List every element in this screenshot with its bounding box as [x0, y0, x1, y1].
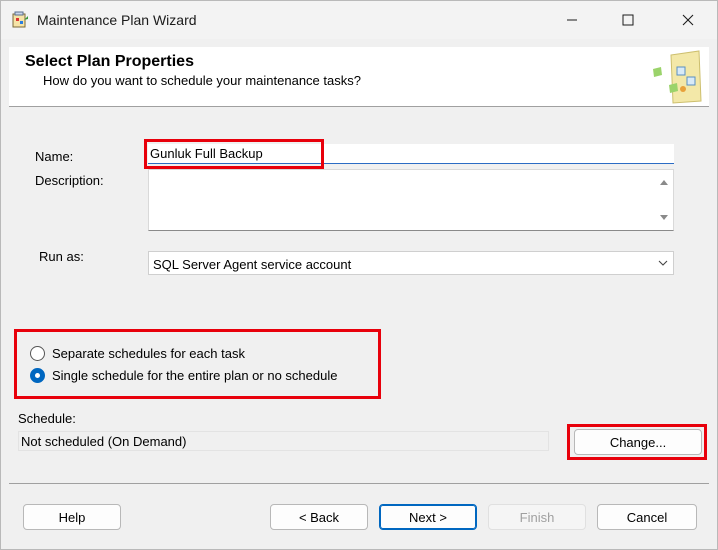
back-label: < Back	[298, 509, 340, 525]
scroll-up-icon	[660, 180, 668, 185]
run-as-label: Run as:	[39, 249, 84, 264]
radio-label: Separate schedules for each task	[52, 346, 245, 361]
finish-button[interactable]: Finish	[488, 504, 586, 530]
cancel-label: Cancel	[626, 509, 668, 525]
description-scrollbar[interactable]	[655, 170, 673, 230]
change-schedule-label: Change...	[609, 434, 667, 450]
name-highlight-box	[144, 139, 324, 169]
description-label: Description:	[35, 173, 104, 188]
back-button[interactable]: < Back	[270, 504, 368, 530]
page-subtitle: How do you want to schedule your mainten…	[43, 73, 361, 88]
maximize-button[interactable]	[605, 1, 651, 39]
finish-label: Finish	[519, 509, 555, 525]
next-label: Next >	[409, 509, 447, 525]
schedule-field: Not scheduled (On Demand)	[18, 431, 549, 451]
page-title: Select Plan Properties	[25, 53, 194, 70]
minimize-button[interactable]	[549, 1, 595, 39]
scroll-down-icon	[660, 215, 668, 220]
radio-button[interactable]	[30, 346, 45, 361]
schedule-label: Schedule:	[18, 411, 76, 426]
minimize-icon	[567, 19, 577, 21]
help-button[interactable]: Help	[23, 504, 121, 530]
help-label: Help	[58, 509, 86, 525]
maximize-icon	[622, 14, 634, 26]
name-label: Name:	[35, 149, 74, 164]
chevron-down-icon	[658, 260, 668, 266]
wizard-window: Maintenance Plan Wizard Select Plan Prop…	[0, 0, 718, 550]
radio-label: Single schedule for the entire plan or n…	[52, 368, 338, 383]
run-as-value: SQL Server Agent service account	[153, 257, 352, 272]
cancel-button[interactable]: Cancel	[597, 504, 697, 530]
close-icon	[682, 14, 694, 26]
radio-button-selected[interactable]	[30, 368, 45, 383]
wizard-header: Select Plan Properties How do you want t…	[9, 47, 709, 107]
wizard-banner-icon	[653, 50, 702, 104]
footer-divider	[9, 483, 709, 484]
schedule-options-highlight-box	[14, 329, 381, 399]
radio-single-schedule[interactable]: Single schedule for the entire plan or n…	[30, 368, 337, 383]
next-button[interactable]: Next >	[379, 504, 477, 530]
radio-separate-schedules[interactable]: Separate schedules for each task	[30, 346, 245, 361]
close-button[interactable]	[665, 1, 711, 39]
wizard-app-icon	[11, 11, 29, 29]
description-textarea[interactable]	[148, 169, 674, 231]
schedule-value: Not scheduled (On Demand)	[21, 434, 187, 449]
window-title: Maintenance Plan Wizard	[37, 12, 197, 28]
change-schedule-button[interactable]: Change...	[574, 429, 702, 455]
run-as-dropdown[interactable]: SQL Server Agent service account	[148, 251, 674, 275]
title-bar[interactable]: Maintenance Plan Wizard	[1, 1, 717, 39]
